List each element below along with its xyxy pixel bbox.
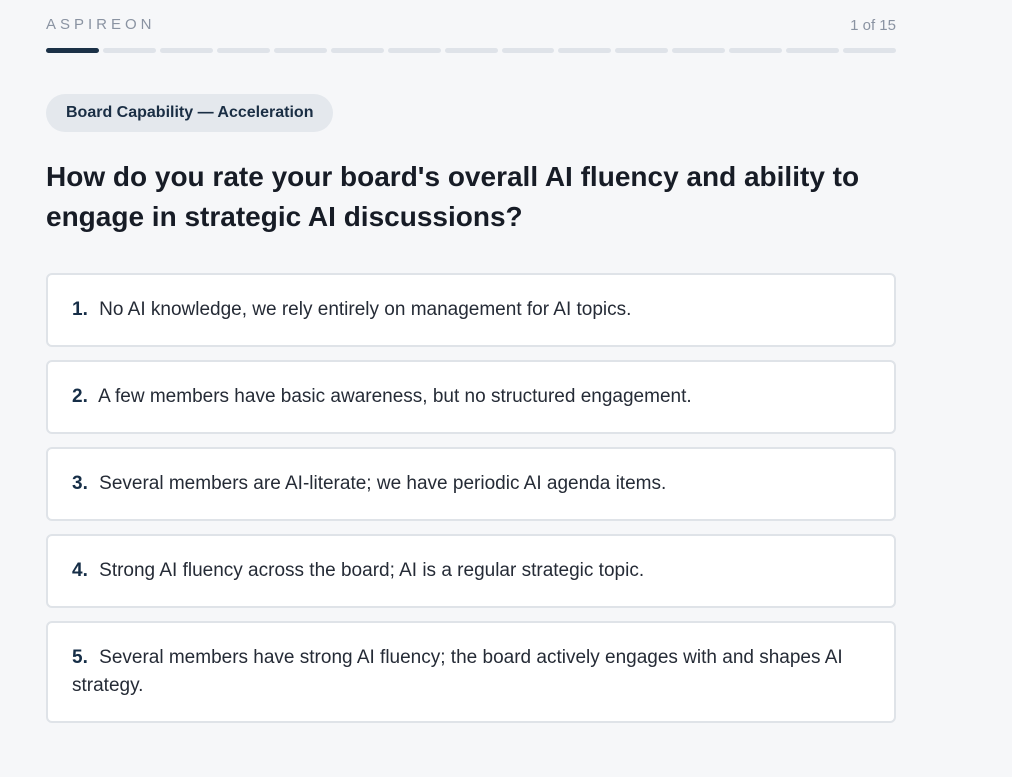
option-label: Several members are AI-literate; we have… xyxy=(99,473,667,494)
progress-segment-6 xyxy=(330,48,384,53)
question-counter: 1 of 15 xyxy=(850,17,896,34)
answer-option-1[interactable]: 1. No AI knowledge, we rely entirely on … xyxy=(46,273,896,347)
answer-option-3[interactable]: 3. Several members are AI-literate; we h… xyxy=(46,447,896,521)
answer-options: 1. No AI knowledge, we rely entirely on … xyxy=(46,273,896,736)
progress-segment-10 xyxy=(558,48,612,53)
answer-option-4[interactable]: 4. Strong AI fluency across the board; A… xyxy=(46,534,896,608)
survey-page: ASPIREON 1 of 15 Board Capability — Acce… xyxy=(0,0,1012,777)
option-number: 3. xyxy=(72,473,88,494)
progress-segment-3 xyxy=(159,48,213,53)
option-label: Several members have strong AI fluency; … xyxy=(72,647,843,696)
option-label: Strong AI fluency across the board; AI i… xyxy=(99,560,645,581)
progress-segment-14 xyxy=(786,48,840,53)
progress-segment-8 xyxy=(444,48,498,53)
progress-segment-5 xyxy=(273,48,327,53)
progress-segment-12 xyxy=(672,48,726,53)
option-number: 1. xyxy=(72,299,88,320)
brand-logo: ASPIREON xyxy=(46,16,156,33)
progress-bar xyxy=(46,48,897,53)
option-number: 5. xyxy=(72,647,88,668)
option-number: 4. xyxy=(72,560,88,581)
answer-option-2[interactable]: 2. A few members have basic awareness, b… xyxy=(46,360,896,434)
progress-segment-9 xyxy=(501,48,555,53)
answer-option-5[interactable]: 5. Several members have strong AI fluenc… xyxy=(46,621,896,723)
progress-segment-11 xyxy=(615,48,669,53)
progress-segment-1 xyxy=(46,48,99,53)
progress-segment-4 xyxy=(216,48,270,53)
option-label: No AI knowledge, we rely entirely on man… xyxy=(99,299,632,320)
progress-segment-13 xyxy=(729,48,783,53)
option-label: A few members have basic awareness, but … xyxy=(98,386,692,407)
question-title: How do you rate your board's overall AI … xyxy=(46,161,860,232)
progress-segment-7 xyxy=(387,48,441,53)
option-number: 2. xyxy=(72,386,88,407)
category-badge: Board Capability — Acceleration xyxy=(46,94,334,132)
progress-segment-15 xyxy=(843,48,897,53)
header: ASPIREON 1 of 15 xyxy=(46,16,896,38)
progress-segment-2 xyxy=(102,48,156,53)
